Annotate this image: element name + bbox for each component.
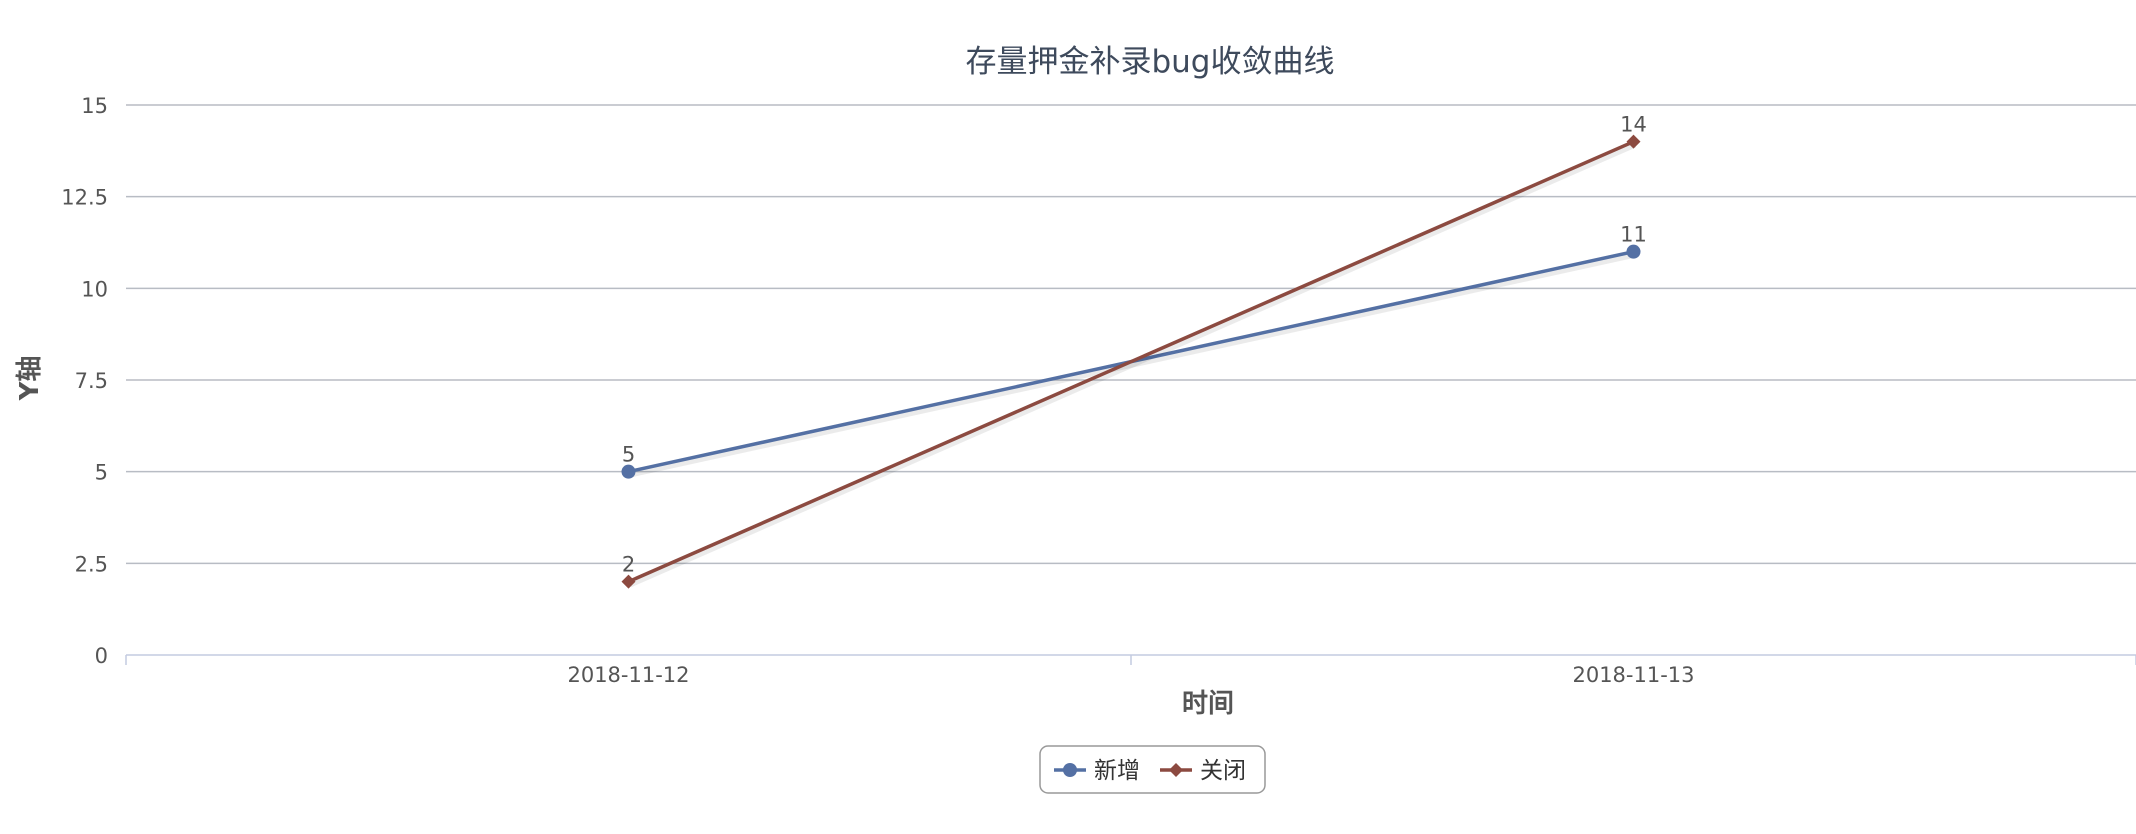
chart-container: 存量押金补录bug收敛曲线 0 2.5 5 7.5 10 12.5 15 2018-11-1… <box>0 0 2136 834</box>
line-chart: 存量押金补录bug收敛曲线 0 2.5 5 7.5 10 12.5 15 2018-11-1… <box>15 44 2136 794</box>
data-point-diamond[interactable] <box>621 574 636 589</box>
y-tick-label: 0 <box>95 644 108 668</box>
data-label: 14 <box>1620 113 1647 137</box>
x-tick-label: 2018-11-13 <box>1572 663 1694 687</box>
y-tick-label: 12.5 <box>61 186 108 210</box>
data-label: 11 <box>1620 223 1647 247</box>
x-axis: 2018-11-12 2018-11-13 <box>125 654 2136 687</box>
y-tick-label: 15 <box>81 94 108 118</box>
series-2: 2 14 <box>621 113 1647 589</box>
series-1: 5 11 <box>621 223 1647 479</box>
data-label: 5 <box>622 443 635 467</box>
data-point-circle[interactable] <box>621 464 636 479</box>
series-line-shadow <box>627 140 1637 588</box>
series-line <box>627 140 1635 584</box>
y-axis-title: Y轴 <box>15 356 45 402</box>
legend-label: 新增 <box>1094 758 1140 784</box>
y-tick-label: 10 <box>81 277 108 301</box>
y-tick-label: 2.5 <box>75 552 108 576</box>
chart-title: 存量押金补录bug收敛曲线 <box>965 44 1334 80</box>
data-label: 2 <box>622 553 635 577</box>
series-group: 5 11 2 14 <box>621 113 1647 589</box>
gridlines <box>126 104 2136 565</box>
y-tick-label: 5 <box>95 461 108 485</box>
data-point-circle[interactable] <box>1626 244 1641 259</box>
y-tick-label: 7.5 <box>75 369 108 393</box>
y-axis-ticks: 0 2.5 5 7.5 10 12.5 15 <box>61 94 108 668</box>
legend-label: 关闭 <box>1200 758 1246 784</box>
legend[interactable]: 新增 关闭 <box>1039 745 1266 794</box>
x-axis-title: 时间 <box>1182 689 1234 719</box>
legend-marker-circle <box>1063 763 1077 777</box>
x-tick-label: 2018-11-12 <box>567 663 689 687</box>
